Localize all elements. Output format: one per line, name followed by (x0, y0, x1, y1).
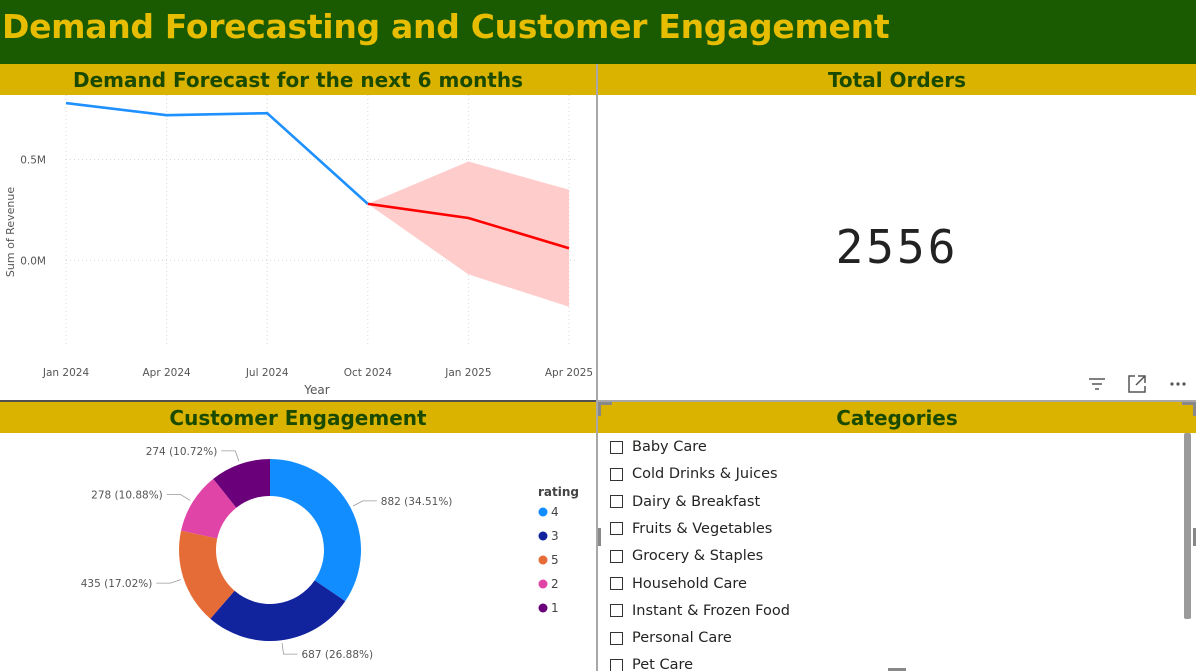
filter-icon[interactable] (1086, 373, 1108, 395)
x-tick-label: Jan 2024 (42, 367, 90, 379)
slicer-item-label: Pet Care (632, 657, 694, 671)
categories-panel-header: Categories (598, 402, 1196, 433)
more-options-icon[interactable] (1167, 373, 1189, 395)
slicer-item-label: Fruits & Vegetables (632, 520, 773, 537)
donut-leader-line (156, 579, 181, 584)
legend-marker-4[interactable] (538, 507, 548, 517)
slicer-item[interactable]: Grocery & Staples (610, 546, 763, 566)
legend-label[interactable]: 4 (551, 505, 559, 519)
donut-leader-line (352, 500, 377, 507)
slicer-item-label: Dairy & Breakfast (632, 493, 761, 510)
slicer-item[interactable]: Instant & Frozen Food (610, 601, 790, 621)
checkbox[interactable] (610, 549, 623, 563)
forecast-line-chart[interactable]: Jan 2024 Apr 2024 Jul 2024 Oct 2024 Jan 2025… (0, 95, 596, 400)
y-tick-label: 0.5M (20, 155, 46, 167)
orders-panel-header: Total Orders (598, 64, 1196, 95)
actual-revenue-line (65, 101, 369, 205)
x-axis-label: Year (303, 383, 329, 397)
y-tick-label: 0.0M (20, 255, 46, 267)
legend-label[interactable]: 3 (551, 529, 559, 543)
checkbox[interactable] (610, 631, 623, 645)
customer-engagement-donut-chart[interactable]: 882 (34.51%) 687 (26.88%) 435 (17.02%) 278 … (0, 433, 596, 671)
slicer-item-label: Grocery & Staples (632, 548, 764, 565)
donut-leader-line (221, 450, 240, 462)
slicer-item[interactable]: Personal Care (610, 628, 732, 648)
x-tick-label: Jan 2025 (444, 367, 491, 379)
slicer-item-label: Instant & Frozen Food (632, 602, 790, 619)
checkbox[interactable] (610, 604, 623, 618)
checkbox[interactable] (610, 467, 623, 481)
engagement-panel-header: Customer Engagement (0, 402, 596, 433)
slicer-item[interactable]: Baby Care (610, 437, 707, 457)
resize-handle-left[interactable] (598, 528, 601, 546)
slicer-item[interactable]: Household Care (610, 574, 747, 594)
checkbox[interactable] (610, 577, 623, 590)
checkbox[interactable] (610, 522, 623, 536)
x-tick-label: Jul 2024 (245, 367, 289, 379)
donut-leader-line (166, 494, 191, 501)
slicer-scrollbar[interactable] (1184, 433, 1191, 619)
legend-marker-2[interactable] (538, 579, 548, 589)
slicer-item-label: Personal Care (632, 630, 732, 647)
x-tick-label: Oct 2024 (344, 367, 393, 379)
x-tick-label: Apr 2024 (142, 367, 191, 379)
legend-marker-3[interactable] (538, 531, 548, 541)
donut-data-label: 687 (26.88%) (302, 649, 374, 661)
categories-slicer[interactable]: Baby Care Cold Drinks & Juices Dairy & Bre… (598, 433, 1196, 671)
slicer-item[interactable]: Fruits & Vegetables (610, 519, 772, 539)
horizontal-divider-left (0, 400, 596, 402)
checkbox[interactable] (610, 440, 623, 454)
donut-slice-rating-4[interactable] (270, 459, 362, 602)
donut-data-label: 278 (10.88%) (91, 490, 163, 502)
legend-title: rating (538, 485, 579, 499)
horizontal-divider-right (598, 400, 1196, 402)
resize-handle-top-left-v[interactable] (598, 402, 601, 416)
donut-leader-line (281, 643, 298, 655)
slicer-item[interactable]: Dairy & Breakfast (610, 492, 760, 512)
slicer-item[interactable]: Pet Care (610, 655, 693, 671)
donut-data-label: 882 (34.51%) (381, 496, 453, 508)
legend-marker-1[interactable] (538, 603, 548, 613)
forecast-confidence-band (367, 161, 569, 307)
legend-label[interactable]: 1 (551, 601, 559, 615)
focus-mode-icon[interactable] (1126, 373, 1148, 395)
report-title: Demand Forecasting and Customer Engageme… (2, 7, 890, 46)
donut-data-label: 435 (17.02%) (81, 578, 153, 590)
slicer-item[interactable]: Cold Drinks & Juices (610, 464, 778, 484)
legend-label[interactable]: 5 (551, 553, 559, 567)
x-tick-label: Apr 2025 (545, 367, 593, 379)
slicer-item-label: Household Care (632, 575, 747, 592)
checkbox[interactable] (610, 658, 623, 671)
donut-data-label: 274 (10.72%) (146, 446, 218, 458)
legend-label[interactable]: 2 (551, 577, 559, 591)
total-orders-value: 2556 (835, 220, 959, 274)
slicer-item-label: Baby Care (632, 439, 707, 455)
report-banner: Demand Forecasting and Customer Engageme… (0, 0, 1196, 64)
forecast-panel-header: Demand Forecast for the next 6 months (0, 64, 596, 95)
slicer-item-label: Cold Drinks & Juices (632, 466, 778, 483)
checkbox[interactable] (610, 495, 623, 509)
y-axis-label: Sum of Revenue (4, 187, 17, 277)
legend-marker-5[interactable] (538, 555, 548, 565)
